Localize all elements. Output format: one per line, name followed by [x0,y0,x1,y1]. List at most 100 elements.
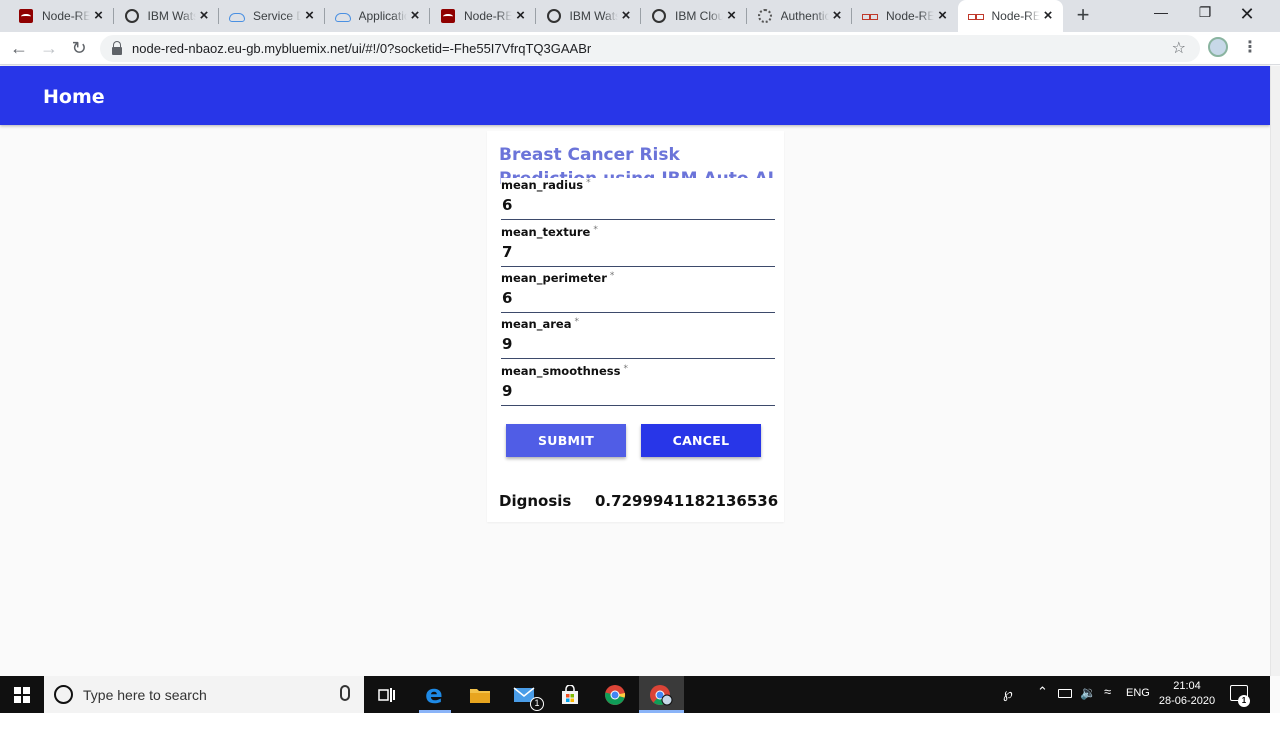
tab-title: Authentication [780,9,829,23]
wifi-icon[interactable]: ≈ [1104,684,1111,699]
taskbar-search-box[interactable]: Type here to search [44,676,364,713]
auth-icon [757,8,773,24]
submit-button[interactable]: SUBMIT [506,424,626,457]
mean-texture-input[interactable] [502,241,772,263]
tab-title: Node-RED [991,9,1040,23]
browser-tab[interactable]: Node-RED× [8,0,114,32]
taskbar-clock[interactable]: 21:04 28-06-2020 [1155,679,1219,709]
cloud-icon [334,8,351,24]
close-tab-icon[interactable]: × [303,8,317,23]
close-tab-icon[interactable]: × [408,8,422,23]
clock-date: 28-06-2020 [1158,695,1216,707]
flow-icon [967,8,984,24]
start-button[interactable] [0,676,44,713]
diagnosis-value: 0.7299941182136536 [595,492,779,510]
page-scrollbar[interactable] [1270,66,1280,676]
mail-badge: 1 [530,697,544,711]
lock-icon [112,40,122,55]
language-indicator[interactable]: ENG [1126,687,1150,699]
close-tab-icon[interactable]: × [619,8,633,23]
tab-title: Node-RED [886,9,934,23]
new-tab-button[interactable]: + [1072,4,1094,26]
mean-area-input[interactable] [502,333,772,355]
close-tab-icon[interactable]: × [197,8,211,23]
reload-icon[interactable]: ↻ [68,37,90,59]
mean-smoothness-input[interactable] [502,380,772,402]
browser-tab[interactable]: Node-RED× [430,0,536,32]
windows-taskbar: Type here to search e 1 ℘ ⌃ 🔉 ≈ ENG 21:0… [0,676,1270,713]
form-card: Breast Cancer Risk Prediction using IBM … [487,131,784,522]
close-tab-icon[interactable]: × [1041,8,1055,23]
field-label: mean_area * [501,317,579,331]
close-tab-icon[interactable]: × [936,8,950,23]
diagnosis-label: Dignosis [499,492,572,510]
forward-arrow-icon[interactable]: → [38,37,60,59]
close-tab-icon[interactable]: × [830,8,844,23]
dashboard-header: Home [0,66,1270,125]
battery-icon[interactable] [1058,689,1072,698]
close-tab-icon[interactable]: × [514,8,528,23]
store-icon[interactable] [555,681,585,709]
browser-tab[interactable]: IBM Watson× [536,0,641,32]
field-mean-radius: mean_radius * [501,178,775,220]
tab-title: Application [358,9,407,23]
chrome-profile-icon[interactable] [646,681,676,709]
field-label: mean_smoothness * [501,364,628,378]
close-tab-icon[interactable]: × [725,8,739,23]
browser-tab[interactable]: Node-RED× [957,0,1063,32]
file-explorer-icon[interactable] [465,681,495,709]
page-title: Home [43,86,105,108]
cloud-icon [229,8,245,24]
field-mean-texture: mean_texture * [501,225,775,267]
address-bar[interactable]: node-red-nbaoz.eu-gb.mybluemix.net/ui/#!… [100,35,1200,62]
browser-tab[interactable]: IBM Cloud× [641,0,747,32]
windows-logo-icon [14,686,30,703]
tab-title: IBM Watson [147,9,196,23]
watson-icon [651,8,667,24]
people-icon[interactable]: ℘ [1003,685,1013,702]
browser-tab[interactable]: Application× [325,0,430,32]
taskbar-search-placeholder: Type here to search [83,686,207,703]
chrome-icon[interactable] [600,681,630,709]
cortana-icon [54,685,73,704]
profile-avatar[interactable] [1208,37,1228,57]
tab-title: IBM Cloud [675,9,723,23]
bookmark-star-icon[interactable]: ☆ [1172,38,1186,58]
browser-tab[interactable]: IBM Watson× [114,0,219,32]
flow-icon [862,8,878,24]
show-hidden-icons-chevron-icon[interactable]: ⌃ [1037,684,1048,700]
mean-radius-input[interactable] [502,194,772,216]
browser-toolbar: ← → ↻ node-red-nbaoz.eu-gb.mybluemix.net… [0,32,1280,65]
mean-perimeter-input[interactable] [502,287,772,309]
microphone-icon[interactable] [340,685,350,701]
node-red-icon [18,8,34,24]
close-window-button[interactable]: ✕ [1232,4,1262,24]
field-mean-area: mean_area * [501,317,775,359]
back-arrow-icon[interactable]: ← [8,37,30,59]
minimize-button[interactable]: — [1146,4,1176,24]
field-label: mean_perimeter * [501,271,615,285]
volume-icon[interactable]: 🔉 [1080,685,1096,701]
browser-tab[interactable]: Node-RED× [852,0,958,32]
task-view-icon[interactable] [372,681,402,709]
edge-browser-icon[interactable]: e [419,681,449,709]
browser-tab[interactable]: Authentication× [747,0,852,32]
browser-tab[interactable]: Service Details× [219,0,325,32]
url-text[interactable]: node-red-nbaoz.eu-gb.mybluemix.net/ui/#!… [132,41,591,56]
browser-menu-icon[interactable]: ⋮ [1242,39,1258,57]
tab-title: IBM Watson [569,9,618,23]
tab-title: Node-RED [464,9,512,23]
notification-count-badge: 1 [1238,695,1250,707]
watson-icon [124,8,140,24]
tab-title: Node-RED [42,9,90,23]
field-mean-perimeter: mean_perimeter * [501,271,775,313]
field-mean-smoothness: mean_smoothness * [501,364,775,406]
tab-title: Service Details [253,9,301,23]
field-label: mean_texture * [501,225,598,239]
close-tab-icon[interactable]: × [92,8,106,23]
clock-time: 21:04 [1173,680,1201,692]
node-red-icon [440,8,456,24]
cancel-button[interactable]: CANCEL [641,424,761,457]
watson-icon [546,8,562,24]
restore-button[interactable]: ❐ [1190,4,1220,24]
